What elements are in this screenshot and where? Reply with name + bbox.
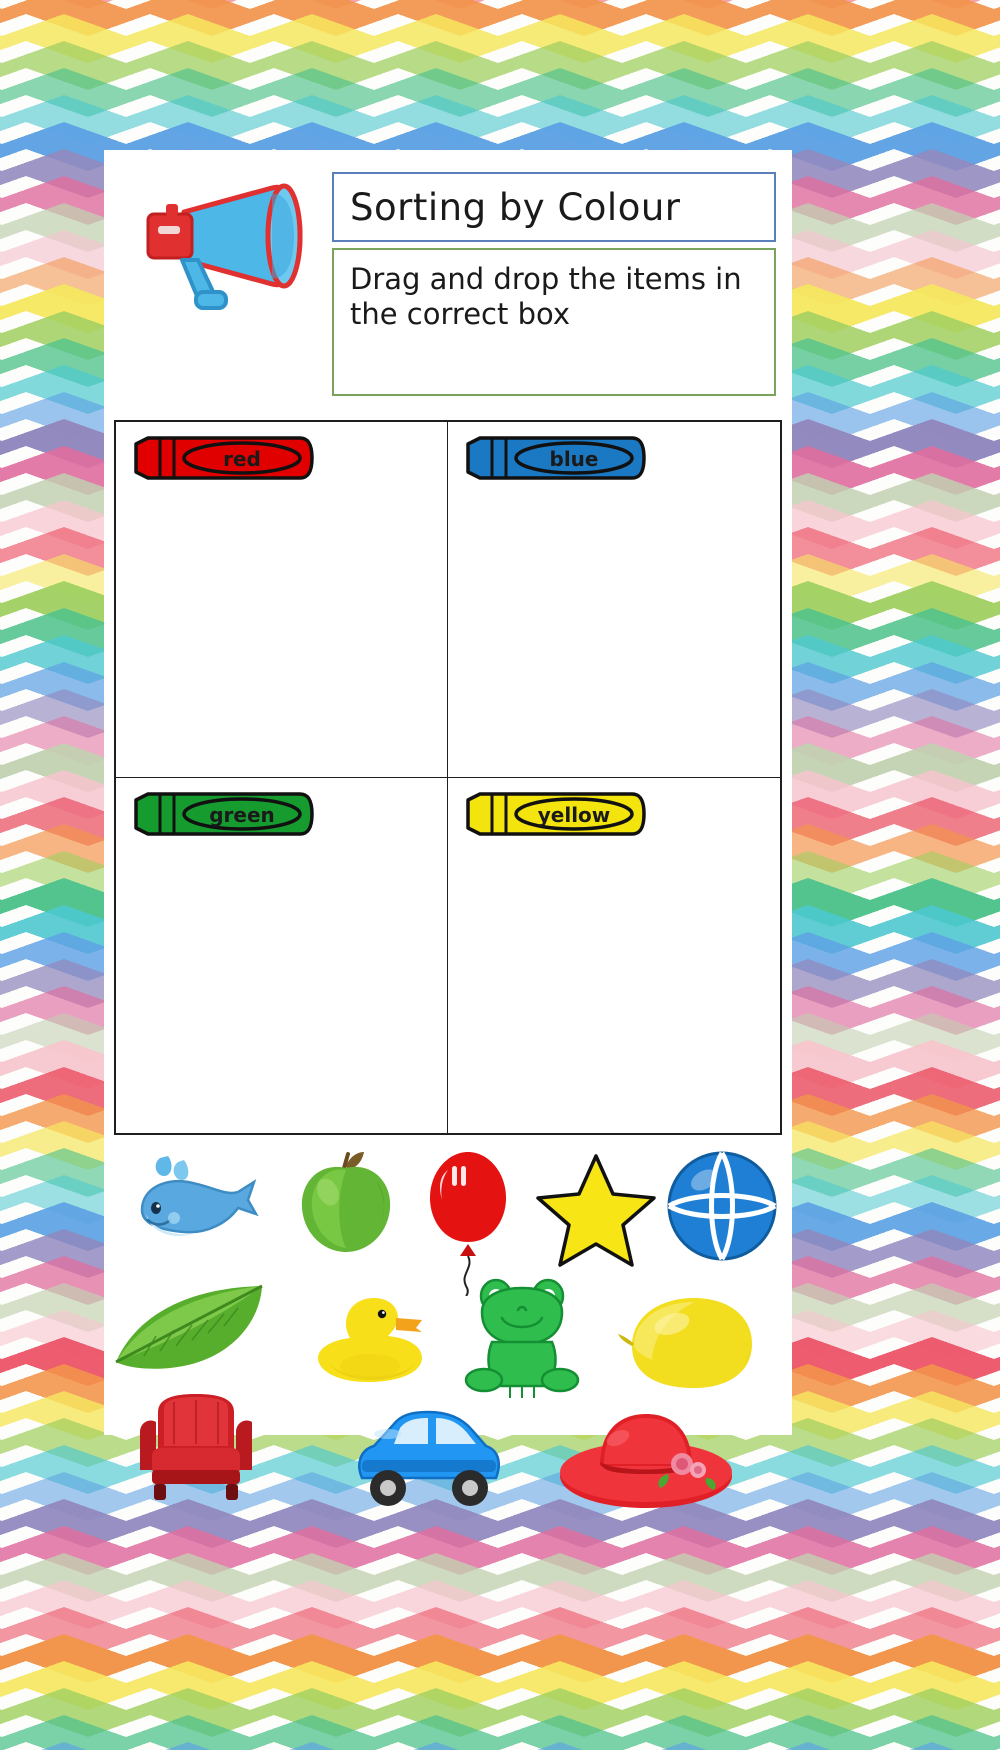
- item-hat[interactable]: [556, 1404, 736, 1514]
- crayon-text-yellow: yellow: [538, 803, 611, 827]
- worksheet-page: Sorting by Colour Drag and drop the item…: [0, 0, 1000, 1750]
- megaphone-icon: [122, 174, 322, 324]
- crayon-text-red: red: [223, 447, 261, 471]
- item-ball[interactable]: [664, 1148, 780, 1264]
- item-apple[interactable]: [290, 1146, 402, 1258]
- drop-zone-yellow[interactable]: yellow: [448, 778, 780, 1134]
- title-box: Sorting by Colour: [332, 172, 776, 242]
- crayon-label-blue: blue: [462, 434, 647, 482]
- item-lemon[interactable]: [612, 1288, 762, 1398]
- item-bank: [104, 1142, 792, 1508]
- page-title: Sorting by Colour: [350, 185, 681, 229]
- crayon-label-green: green: [130, 790, 315, 838]
- item-car[interactable]: [348, 1404, 508, 1514]
- drop-zone-blue[interactable]: blue: [448, 422, 780, 778]
- item-armchair[interactable]: [134, 1392, 259, 1507]
- crayon-text-green: green: [209, 803, 275, 827]
- item-frog[interactable]: [462, 1270, 582, 1400]
- item-duck[interactable]: [310, 1290, 430, 1390]
- item-leaf[interactable]: [110, 1282, 290, 1372]
- item-star[interactable]: [532, 1152, 660, 1270]
- worksheet-card: Sorting by Colour Drag and drop the item…: [104, 150, 792, 1508]
- crayon-label-red: red: [130, 434, 315, 482]
- drop-zone-green[interactable]: green: [116, 777, 448, 1133]
- instruction-box: Drag and drop the items in the correct b…: [332, 248, 776, 396]
- sorting-grid: red blue green yellow: [114, 420, 782, 1135]
- drop-zone-red[interactable]: red: [116, 422, 448, 778]
- instruction-text: Drag and drop the items in the correct b…: [350, 262, 742, 332]
- crayon-label-yellow: yellow: [462, 790, 647, 838]
- crayon-text-blue: blue: [550, 447, 599, 471]
- worksheet-header: Sorting by Colour Drag and drop the item…: [104, 150, 792, 405]
- item-whale[interactable]: [122, 1148, 262, 1258]
